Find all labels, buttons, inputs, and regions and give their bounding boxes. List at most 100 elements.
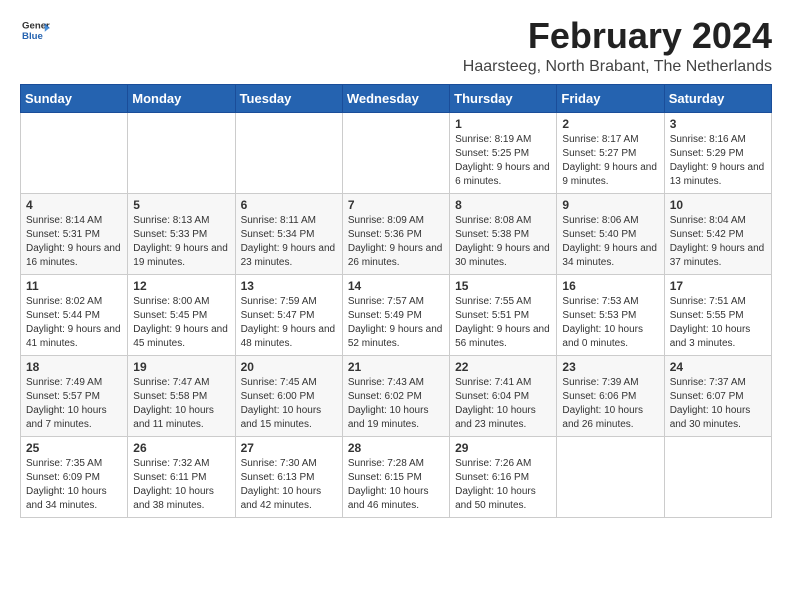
day-info: Sunrise: 8:08 AM Sunset: 5:38 PM Dayligh… bbox=[455, 214, 551, 270]
table-row: 24 Sunrise: 7:37 AM Sunset: 6:07 PM Dayli… bbox=[664, 355, 771, 436]
table-row: 10 Sunrise: 8:04 AM Sunset: 5:42 PM Dayli… bbox=[664, 193, 771, 274]
table-row: 18Sunrise: 7:49 AM Sunset: 5:57 PM Dayli… bbox=[21, 355, 128, 436]
header-tuesday: Tuesday bbox=[235, 84, 342, 112]
day-info: Sunrise: 7:37 AM Sunset: 6:07 PM Dayligh… bbox=[670, 376, 766, 432]
table-row: 19 Sunrise: 7:47 AM Sunset: 5:58 PM Dayli… bbox=[128, 355, 235, 436]
table-row bbox=[342, 112, 449, 193]
day-number: 4 bbox=[26, 198, 122, 212]
table-row: 12 Sunrise: 8:00 AM Sunset: 5:45 PM Dayli… bbox=[128, 274, 235, 355]
day-info: Sunrise: 7:28 AM Sunset: 6:15 PM Dayligh… bbox=[348, 457, 444, 513]
day-number: 28 bbox=[348, 441, 444, 455]
week-row-2: 4 Sunrise: 8:14 AM Sunset: 5:31 PM Daylig… bbox=[21, 193, 772, 274]
table-row: 13Sunrise: 7:59 AM Sunset: 5:47 PM Dayli… bbox=[235, 274, 342, 355]
day-info: Sunrise: 7:47 AM Sunset: 5:58 PM Dayligh… bbox=[133, 376, 229, 432]
day-number: 12 bbox=[133, 279, 229, 293]
day-info: Sunrise: 8:02 AM Sunset: 5:44 PM Dayligh… bbox=[26, 295, 122, 351]
day-info: Sunrise: 7:32 AM Sunset: 6:11 PM Dayligh… bbox=[133, 457, 229, 513]
day-number: 6 bbox=[241, 198, 337, 212]
header-thursday: Thursday bbox=[450, 84, 557, 112]
week-row-4: 18Sunrise: 7:49 AM Sunset: 5:57 PM Dayli… bbox=[21, 355, 772, 436]
day-number: 23 bbox=[562, 360, 658, 374]
day-number: 8 bbox=[455, 198, 551, 212]
table-row: 11Sunrise: 8:02 AM Sunset: 5:44 PM Dayli… bbox=[21, 274, 128, 355]
calendar-table: Sunday Monday Tuesday Wednesday Thursday… bbox=[20, 84, 772, 518]
title-block: February 2024 Haarsteeg, North Brabant, … bbox=[463, 16, 772, 76]
logo-icon: General Blue bbox=[22, 16, 50, 44]
day-number: 21 bbox=[348, 360, 444, 374]
day-number: 26 bbox=[133, 441, 229, 455]
day-number: 7 bbox=[348, 198, 444, 212]
week-row-5: 25 Sunrise: 7:35 AM Sunset: 6:09 PM Dayli… bbox=[21, 436, 772, 517]
table-row bbox=[557, 436, 664, 517]
header-monday: Monday bbox=[128, 84, 235, 112]
table-row: 28 Sunrise: 7:28 AM Sunset: 6:15 PM Dayli… bbox=[342, 436, 449, 517]
table-row: 3Sunrise: 8:16 AM Sunset: 5:29 PM Daylig… bbox=[664, 112, 771, 193]
table-row: 25 Sunrise: 7:35 AM Sunset: 6:09 PM Dayli… bbox=[21, 436, 128, 517]
table-row: 17 Sunrise: 7:51 AM Sunset: 5:55 PM Dayli… bbox=[664, 274, 771, 355]
table-row: 5 Sunrise: 8:13 AM Sunset: 5:33 PM Daylig… bbox=[128, 193, 235, 274]
month-title: February 2024 bbox=[463, 16, 772, 56]
day-info: Sunrise: 8:17 AM Sunset: 5:27 PM Dayligh… bbox=[562, 133, 658, 189]
table-row bbox=[128, 112, 235, 193]
day-info: Sunrise: 8:14 AM Sunset: 5:31 PM Dayligh… bbox=[26, 214, 122, 270]
location-title: Haarsteeg, North Brabant, The Netherland… bbox=[463, 58, 772, 76]
table-row: 8 Sunrise: 8:08 AM Sunset: 5:38 PM Daylig… bbox=[450, 193, 557, 274]
day-number: 1 bbox=[455, 117, 551, 131]
table-row: 6Sunrise: 8:11 AM Sunset: 5:34 PM Daylig… bbox=[235, 193, 342, 274]
table-row: 26 Sunrise: 7:32 AM Sunset: 6:11 PM Dayli… bbox=[128, 436, 235, 517]
table-row: 23 Sunrise: 7:39 AM Sunset: 6:06 PM Dayli… bbox=[557, 355, 664, 436]
day-number: 5 bbox=[133, 198, 229, 212]
day-info: Sunrise: 8:04 AM Sunset: 5:42 PM Dayligh… bbox=[670, 214, 766, 270]
table-row: 1 Sunrise: 8:19 AM Sunset: 5:25 PM Daylig… bbox=[450, 112, 557, 193]
table-row bbox=[21, 112, 128, 193]
day-info: Sunrise: 7:43 AM Sunset: 6:02 PM Dayligh… bbox=[348, 376, 444, 432]
day-info: Sunrise: 8:06 AM Sunset: 5:40 PM Dayligh… bbox=[562, 214, 658, 270]
table-row: 21 Sunrise: 7:43 AM Sunset: 6:02 PM Dayli… bbox=[342, 355, 449, 436]
day-info: Sunrise: 7:39 AM Sunset: 6:06 PM Dayligh… bbox=[562, 376, 658, 432]
day-info: Sunrise: 7:53 AM Sunset: 5:53 PM Dayligh… bbox=[562, 295, 658, 351]
header-friday: Friday bbox=[557, 84, 664, 112]
day-number: 9 bbox=[562, 198, 658, 212]
day-number: 22 bbox=[455, 360, 551, 374]
day-number: 24 bbox=[670, 360, 766, 374]
day-info: Sunrise: 7:57 AM Sunset: 5:49 PM Dayligh… bbox=[348, 295, 444, 351]
table-row: 16 Sunrise: 7:53 AM Sunset: 5:53 PM Dayli… bbox=[557, 274, 664, 355]
day-info: Sunrise: 7:55 AM Sunset: 5:51 PM Dayligh… bbox=[455, 295, 551, 351]
table-row: 14 Sunrise: 7:57 AM Sunset: 5:49 PM Dayli… bbox=[342, 274, 449, 355]
day-number: 16 bbox=[562, 279, 658, 293]
day-info: Sunrise: 7:51 AM Sunset: 5:55 PM Dayligh… bbox=[670, 295, 766, 351]
week-row-1: 1 Sunrise: 8:19 AM Sunset: 5:25 PM Daylig… bbox=[21, 112, 772, 193]
table-row bbox=[664, 436, 771, 517]
day-info: Sunrise: 8:00 AM Sunset: 5:45 PM Dayligh… bbox=[133, 295, 229, 351]
day-info: Sunrise: 8:19 AM Sunset: 5:25 PM Dayligh… bbox=[455, 133, 551, 189]
table-row: 20Sunrise: 7:45 AM Sunset: 6:00 PM Dayli… bbox=[235, 355, 342, 436]
day-info: Sunrise: 7:35 AM Sunset: 6:09 PM Dayligh… bbox=[26, 457, 122, 513]
day-number: 3 bbox=[670, 117, 766, 131]
table-row: 29Sunrise: 7:26 AM Sunset: 6:16 PM Dayli… bbox=[450, 436, 557, 517]
header-saturday: Saturday bbox=[664, 84, 771, 112]
day-info: Sunrise: 7:30 AM Sunset: 6:13 PM Dayligh… bbox=[241, 457, 337, 513]
day-number: 13 bbox=[241, 279, 337, 293]
day-info: Sunrise: 8:09 AM Sunset: 5:36 PM Dayligh… bbox=[348, 214, 444, 270]
day-number: 19 bbox=[133, 360, 229, 374]
header: General Blue February 2024 Haarsteeg, No… bbox=[20, 16, 772, 76]
table-row: 27 Sunrise: 7:30 AM Sunset: 6:13 PM Dayli… bbox=[235, 436, 342, 517]
calendar-header-row: Sunday Monday Tuesday Wednesday Thursday… bbox=[21, 84, 772, 112]
table-row: 4 Sunrise: 8:14 AM Sunset: 5:31 PM Daylig… bbox=[21, 193, 128, 274]
day-info: Sunrise: 8:13 AM Sunset: 5:33 PM Dayligh… bbox=[133, 214, 229, 270]
table-row: 22Sunrise: 7:41 AM Sunset: 6:04 PM Dayli… bbox=[450, 355, 557, 436]
table-row: 7 Sunrise: 8:09 AM Sunset: 5:36 PM Daylig… bbox=[342, 193, 449, 274]
day-number: 18 bbox=[26, 360, 122, 374]
day-number: 14 bbox=[348, 279, 444, 293]
header-sunday: Sunday bbox=[21, 84, 128, 112]
day-number: 10 bbox=[670, 198, 766, 212]
day-info: Sunrise: 7:45 AM Sunset: 6:00 PM Dayligh… bbox=[241, 376, 337, 432]
svg-text:Blue: Blue bbox=[22, 31, 43, 42]
logo: General Blue bbox=[20, 16, 50, 44]
day-number: 15 bbox=[455, 279, 551, 293]
day-number: 27 bbox=[241, 441, 337, 455]
table-row: 2Sunrise: 8:17 AM Sunset: 5:27 PM Daylig… bbox=[557, 112, 664, 193]
week-row-3: 11Sunrise: 8:02 AM Sunset: 5:44 PM Dayli… bbox=[21, 274, 772, 355]
day-number: 25 bbox=[26, 441, 122, 455]
day-number: 17 bbox=[670, 279, 766, 293]
